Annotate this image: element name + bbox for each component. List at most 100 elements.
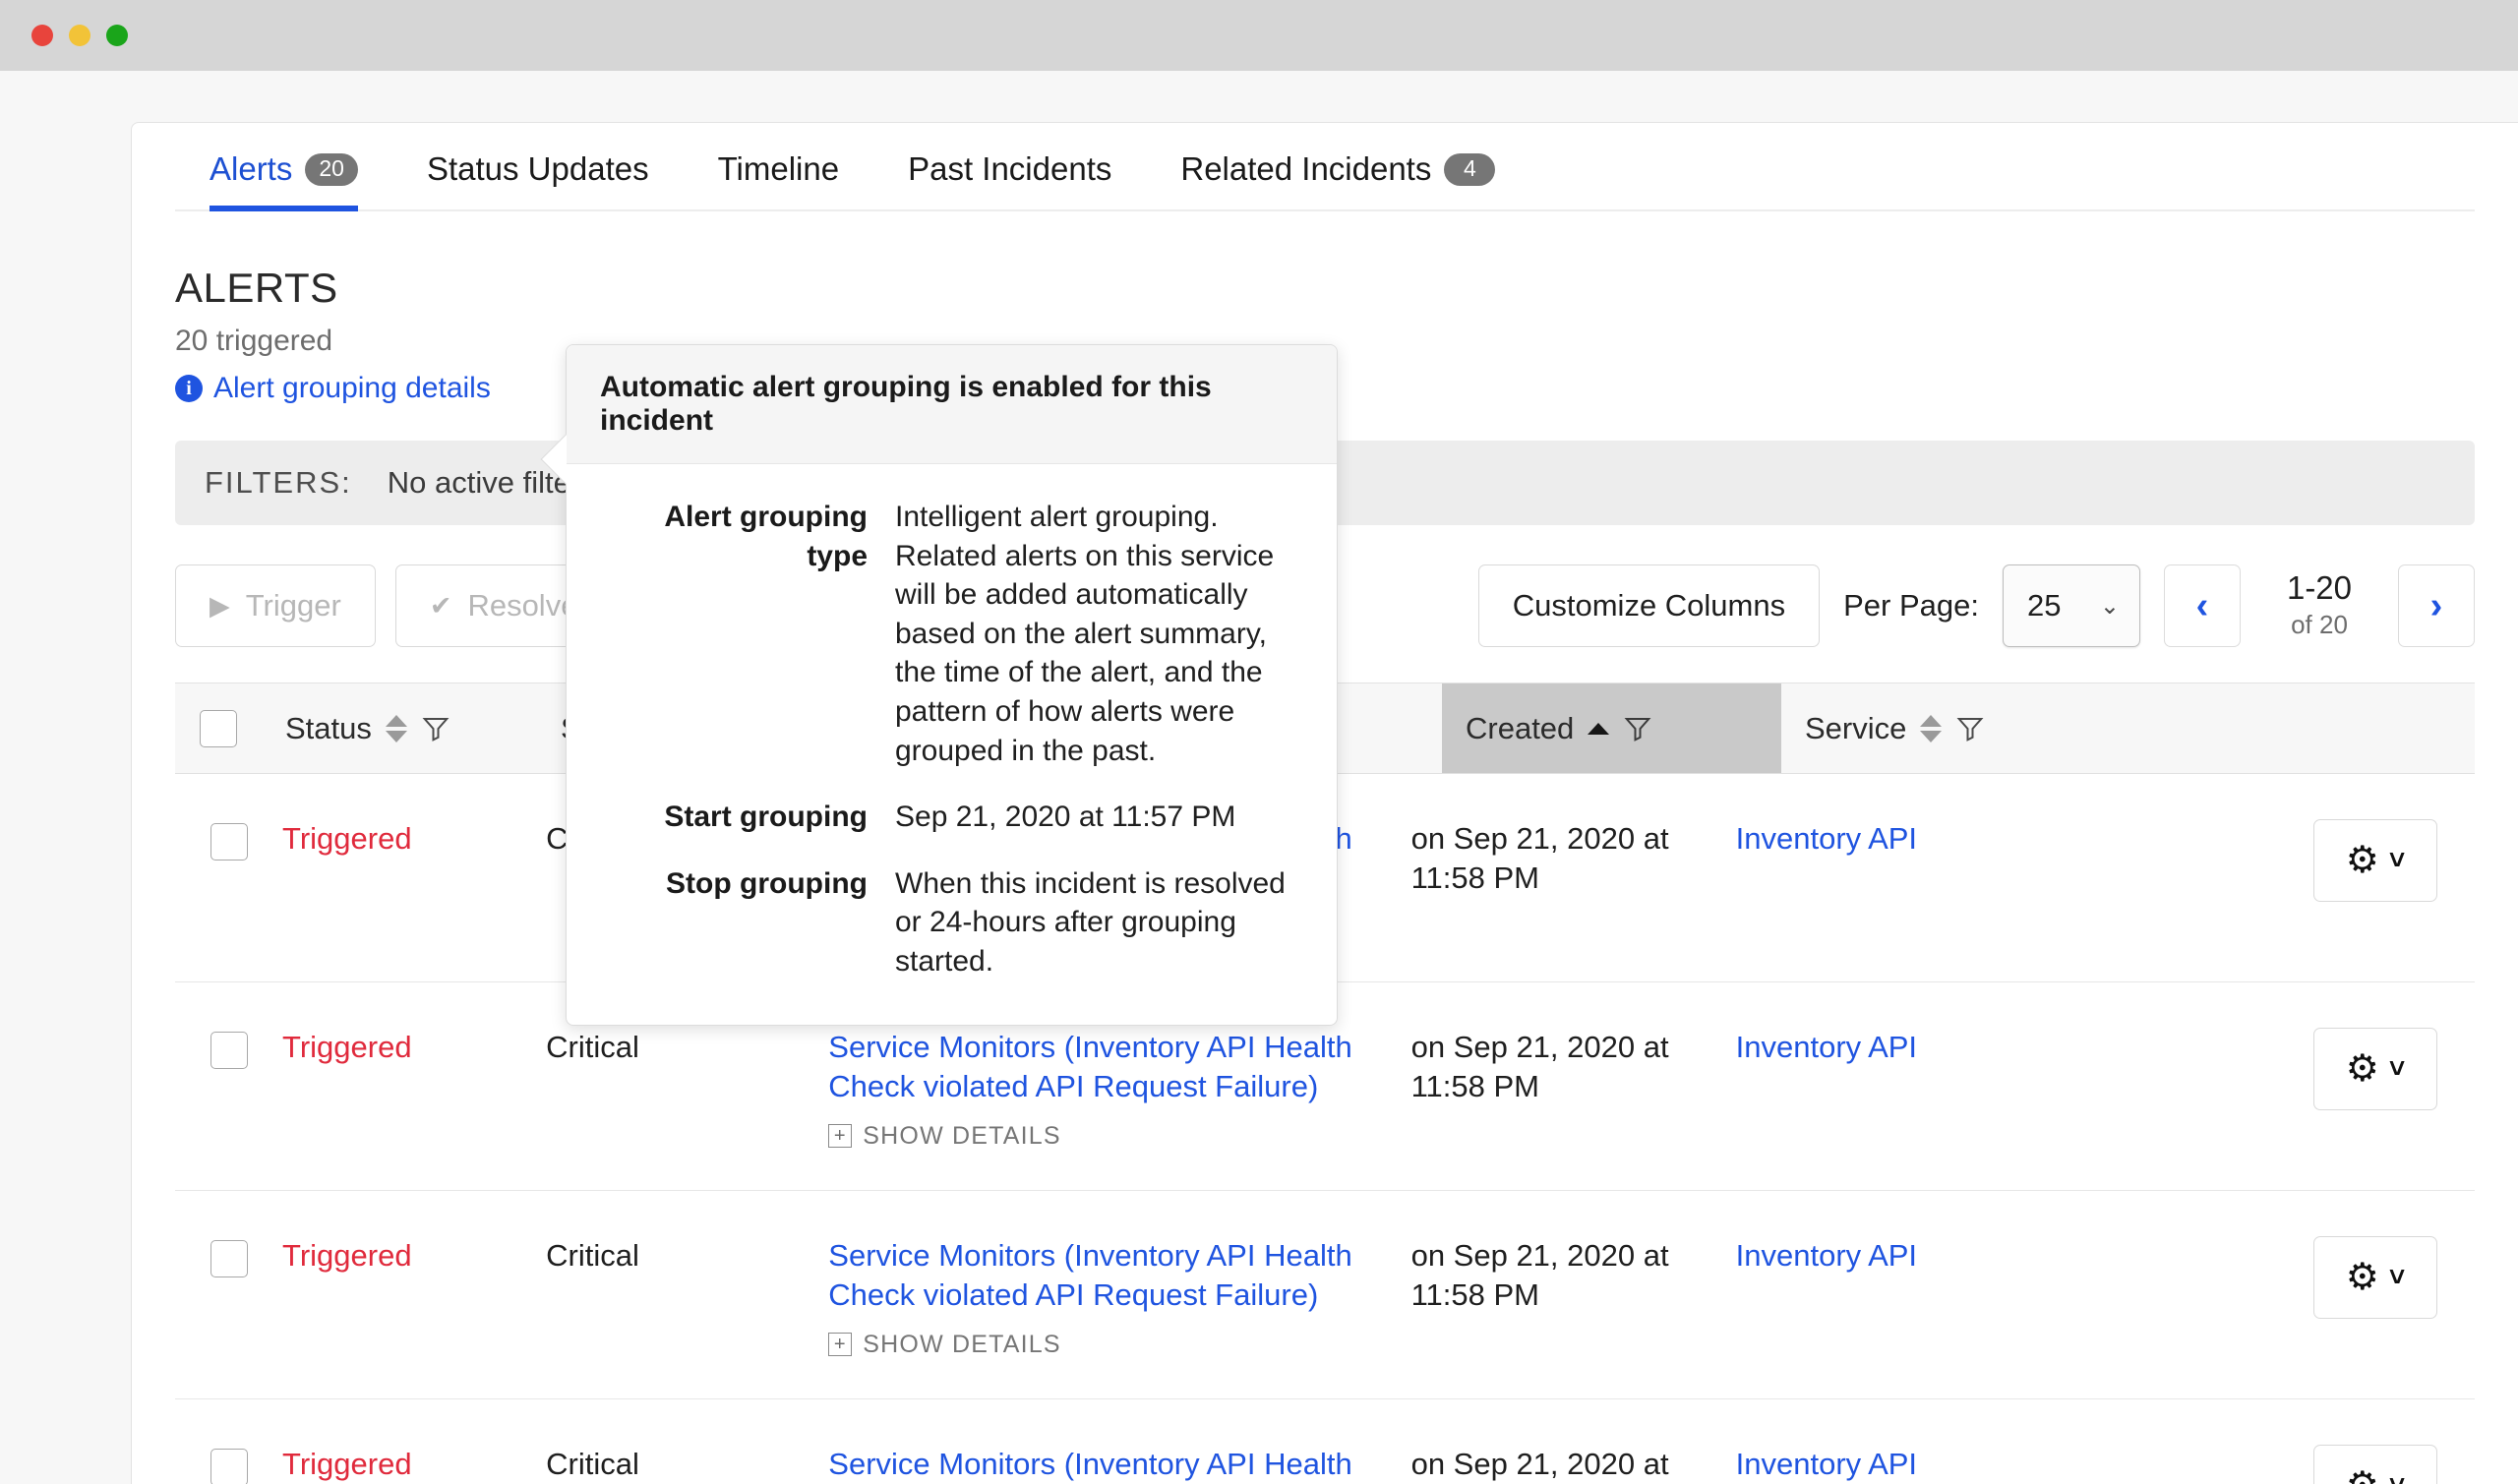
row-title-cell: Service Monitors (Inventory API Health C… <box>805 1028 1387 1151</box>
chevron-left-icon: ‹ <box>2195 584 2209 626</box>
column-header-status[interactable]: Status <box>262 683 537 773</box>
gear-icon: ⚙ <box>2345 840 2379 882</box>
column-header-service[interactable]: Service <box>1781 683 2411 773</box>
column-header-created[interactable]: Created <box>1442 683 1781 774</box>
filter-icon[interactable] <box>1955 714 1985 743</box>
column-header-actions <box>2411 683 2475 773</box>
row-checkbox[interactable] <box>210 1449 248 1484</box>
row-service-link[interactable]: Inventory API <box>1736 1447 1917 1481</box>
trigger-button-label: Trigger <box>245 588 341 623</box>
pagination-group: Customize Columns Per Page: 25 ⌄ ‹ 1-20 … <box>1477 564 2475 648</box>
row-title-link[interactable]: Service Monitors (Inventory API Health C… <box>828 1238 1351 1312</box>
alert-grouping-popover: Automatic alert grouping is enabled for … <box>540 344 1338 1026</box>
per-page-value: 25 <box>2027 588 2062 623</box>
row-service-link[interactable]: Inventory API <box>1736 1238 1917 1273</box>
next-page-button[interactable]: › <box>2398 564 2475 648</box>
filter-icon[interactable] <box>421 714 450 743</box>
tab-alerts-badge: 20 <box>305 152 358 186</box>
row-select-cell <box>175 1236 259 1278</box>
row-select-cell <box>175 819 259 861</box>
show-details-label: SHOW DETAILS <box>863 1121 1061 1150</box>
row-severity: Critical <box>546 1238 639 1274</box>
row-service-cell: Inventory API <box>1712 819 2313 859</box>
maximize-window-button[interactable] <box>106 25 128 46</box>
alert-grouping-details-label: Alert grouping details <box>213 372 491 405</box>
tab-past-incidents[interactable]: Past Incidents <box>873 150 1146 209</box>
trigger-button[interactable]: ▶ Trigger <box>175 564 376 648</box>
play-icon: ▶ <box>210 590 230 621</box>
chevron-down-icon: ⌄ <box>2099 592 2120 620</box>
row-checkbox[interactable] <box>210 1240 248 1278</box>
row-title-link[interactable]: Service Monitors (Inventory API Health C… <box>828 1447 1351 1484</box>
sort-icon[interactable] <box>1920 714 1943 742</box>
select-all-checkbox[interactable] <box>200 709 237 747</box>
row-service-cell: Inventory API <box>1712 1236 2313 1276</box>
show-details-toggle[interactable]: + SHOW DETAILS <box>828 1329 1060 1360</box>
show-details-label: SHOW DETAILS <box>863 1330 1061 1358</box>
popover-value: Intelligent alert grouping. Related aler… <box>895 501 1275 767</box>
row-title-cell: Service Monitors (Inventory API Health C… <box>805 1445 1387 1484</box>
customize-columns-button[interactable]: Customize Columns <box>1477 564 1821 648</box>
row-title-link[interactable]: Service Monitors (Inventory API Health C… <box>828 1030 1351 1103</box>
resolve-button-label: Resolve <box>467 588 578 623</box>
plus-icon: + <box>828 1123 853 1148</box>
info-icon: i <box>175 375 203 403</box>
sort-icon[interactable] <box>385 714 407 742</box>
tab-alerts[interactable]: Alerts 20 <box>175 150 392 211</box>
row-actions-button[interactable]: ⚙ ˅ <box>2313 1236 2438 1320</box>
row-service-link[interactable]: Inventory API <box>1736 1030 1917 1064</box>
row-service-cell: Inventory API <box>1712 1445 2313 1484</box>
tab-timeline-label: Timeline <box>717 150 840 187</box>
row-severity: Critical <box>546 1447 639 1482</box>
filters-label: FILTERS: <box>205 465 352 501</box>
row-checkbox[interactable] <box>210 823 248 861</box>
tab-timeline[interactable]: Timeline <box>684 150 873 209</box>
per-page-select[interactable]: 25 ⌄ <box>2003 564 2140 648</box>
chevron-right-icon: › <box>2429 584 2443 626</box>
alert-grouping-details-link[interactable]: i Alert grouping details <box>175 372 491 405</box>
page-range: 1-20 <box>2286 569 2353 607</box>
popover-body: Alert grouping type Intelligent alert gr… <box>567 464 1337 1025</box>
row-service-link[interactable]: Inventory API <box>1736 821 1917 856</box>
chevron-down-icon: ˅ <box>2388 1053 2406 1085</box>
previous-page-button[interactable]: ‹ <box>2164 564 2241 648</box>
popover-value: When this incident is resolved or 24-hou… <box>895 866 1286 978</box>
check-icon: ✔ <box>429 590 452 621</box>
gear-icon: ⚙ <box>2345 1048 2379 1091</box>
minimize-window-button[interactable] <box>69 25 90 46</box>
customize-columns-label: Customize Columns <box>1512 588 1786 623</box>
page-title: ALERTS <box>175 265 338 311</box>
table-row[interactable]: Triggered Critical Service Monitors (Inv… <box>175 1191 2475 1400</box>
popover-title: Automatic alert grouping is enabled for … <box>567 345 1337 464</box>
tab-related-incidents-badge: 4 <box>1444 152 1496 186</box>
chevron-down-icon: ˅ <box>2389 1472 2405 1484</box>
row-actions-button[interactable]: ⚙ ˅ <box>2313 1445 2438 1484</box>
popover-key: Stop grouping <box>666 866 868 900</box>
popover-row: Alert grouping type Intelligent alert gr… <box>600 498 1303 770</box>
column-header-status-label: Status <box>285 710 372 745</box>
row-actions-button[interactable]: ⚙ ˅ <box>2313 1028 2438 1111</box>
popover-row: Stop grouping When this incident is reso… <box>600 864 1303 981</box>
popover-key: Alert grouping type <box>664 501 868 572</box>
show-details-toggle[interactable]: + SHOW DETAILS <box>828 1120 1060 1152</box>
row-created: on Sep 21, 2020 at 11:58 PM <box>1410 821 1669 895</box>
alerts-count-subtitle: 20 triggered <box>175 325 333 358</box>
filter-icon[interactable] <box>1623 714 1652 743</box>
row-status: Triggered <box>282 821 412 857</box>
tab-related-incidents-label: Related Incidents <box>1180 150 1432 187</box>
table-row[interactable]: Triggered Critical Service Monitors (Inv… <box>175 1399 2475 1484</box>
tab-past-incidents-label: Past Incidents <box>908 150 1112 187</box>
page-counter: 1-20 of 20 <box>2264 571 2374 640</box>
row-created: on Sep 21, 2020 at 11:58 PM <box>1410 1238 1669 1312</box>
plus-icon: + <box>828 1332 853 1356</box>
tab-status-updates[interactable]: Status Updates <box>392 150 684 209</box>
close-window-button[interactable] <box>31 25 53 46</box>
window-titlebar <box>0 0 2518 71</box>
row-status: Triggered <box>282 1030 412 1065</box>
sort-ascending-icon[interactable] <box>1588 722 1610 735</box>
row-select-cell <box>175 1445 259 1484</box>
row-checkbox[interactable] <box>210 1032 248 1070</box>
tab-related-incidents[interactable]: Related Incidents 4 <box>1146 150 1529 209</box>
row-actions-button[interactable]: ⚙ ˅ <box>2313 819 2438 903</box>
row-created: on Sep 21, 2020 at 11:58 PM <box>1410 1447 1669 1482</box>
